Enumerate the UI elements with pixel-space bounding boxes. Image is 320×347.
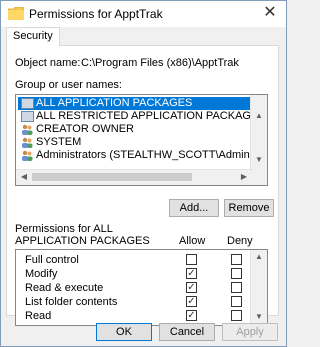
list-item-label: ALL RESTRICTED APPLICATION PACKAGES [36,110,266,122]
permission-row: Full control [16,254,252,267]
package-icon [21,98,34,109]
list-item[interactable]: ALL RESTRICTED APPLICATION PACKAGES [18,110,266,123]
list-item-label: CREATOR OWNER [36,123,134,135]
permissions-scrollbar[interactable]: ▲ ▼ [250,250,267,325]
group-names-label: Group or user names: [15,79,122,91]
permissions-label-line1: Permissions for ALL [15,223,113,235]
list-item[interactable]: CREATOR OWNER [18,123,134,136]
deny-column-header: Deny [227,235,253,247]
close-button[interactable]: ✕ [260,3,280,23]
scroll-right-arrow-icon[interactable]: ▶ [236,172,252,181]
permission-row: List folder contents ✓ [16,296,252,309]
permissions-label-line2: APPLICATION PACKAGES [15,235,150,247]
remove-button[interactable]: Remove [224,199,274,217]
permissions-list[interactable]: Full control Modify ✓ Read & execute ✓ L… [15,249,268,326]
security-page: Object name: C:\Program Files (x86)\Appt… [6,45,279,326]
list-item[interactable]: Administrators (STEALTHW_SCOTT\Administr… [18,149,268,162]
scroll-up-arrow-icon[interactable]: ▲ [251,111,267,120]
deny-checkbox[interactable] [231,310,242,321]
scroll-up-arrow-icon[interactable]: ▲ [251,252,267,261]
deny-checkbox[interactable] [231,282,242,293]
list-horizontal-scrollbar[interactable]: ◀ ▶ [16,169,252,185]
folder-icon [8,7,24,20]
allow-checkbox[interactable]: ✓ [186,282,197,293]
scroll-left-arrow-icon[interactable]: ◀ [16,172,32,181]
window-title: Permissions for ApptTrak [29,7,163,21]
permissions-dialog: Permissions for ApptTrak ✕ Security Obje… [0,0,287,347]
permission-name: Read & execute [25,282,104,294]
ok-button[interactable]: OK [96,323,152,341]
deny-checkbox[interactable] [231,268,242,279]
permission-row: Read ✓ [16,310,252,323]
permission-row: Read & execute ✓ [16,282,252,295]
permission-name: Modify [25,268,58,280]
object-name-value: C:\Program Files (x86)\ApptTrak [81,57,239,69]
users-icon [22,137,33,148]
add-button[interactable]: Add... [169,199,219,217]
list-item[interactable]: ALL APPLICATION PACKAGES [18,97,250,110]
users-icon [22,150,33,161]
list-vertical-scrollbar[interactable]: ▲ ▼ [250,95,267,170]
dialog-content: Security Object name: C:\Program Files (… [1,27,286,346]
permission-name: Read [25,310,52,322]
tab-security[interactable]: Security [6,27,60,46]
cancel-button[interactable]: Cancel [159,323,215,341]
permission-row: Modify ✓ [16,268,252,281]
permissions-label: Permissions for ALL APPLICATION PACKAGES [15,223,150,247]
object-name-label: Object name: [15,57,81,69]
allow-checkbox[interactable]: ✓ [186,296,197,307]
scroll-corner [251,170,267,185]
list-item-label: ALL APPLICATION PACKAGES [36,97,193,109]
allow-checkbox[interactable]: ✓ [186,268,197,279]
package-icon [21,111,34,122]
scroll-down-arrow-icon[interactable]: ▼ [251,155,267,164]
list-item-label: SYSTEM [36,136,82,148]
permission-name: List folder contents [25,296,118,308]
allow-checkbox[interactable]: ✓ [186,310,197,321]
apply-button[interactable]: Apply [222,323,278,341]
users-icon [22,124,33,135]
scroll-down-arrow-icon[interactable]: ▼ [251,312,267,321]
allow-checkbox[interactable] [186,254,197,265]
scroll-thumb[interactable] [32,173,192,181]
group-user-list[interactable]: ALL APPLICATION PACKAGES ALL RESTRICTED … [15,94,268,186]
allow-column-header: Allow [179,235,206,247]
deny-checkbox[interactable] [231,254,242,265]
deny-checkbox[interactable] [231,296,242,307]
list-item-label: Administrators (STEALTHW_SCOTT\Administr… [36,149,268,161]
title-bar: Permissions for ApptTrak ✕ [1,1,286,27]
list-item[interactable]: SYSTEM [18,136,81,149]
permission-name: Full control [25,254,79,266]
